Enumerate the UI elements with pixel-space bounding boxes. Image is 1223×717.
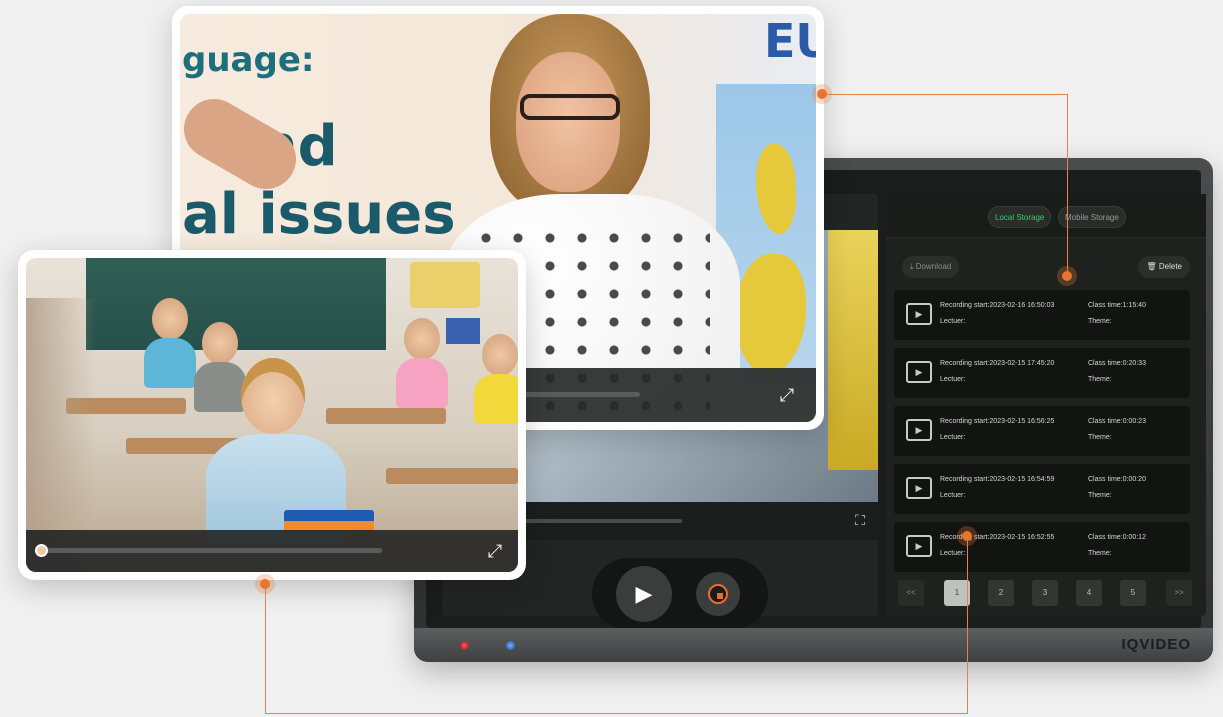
recordings-panel: Local Storage Mobile Storage ⤓ Download … xyxy=(886,194,1206,616)
film-icon: ▶ xyxy=(906,535,932,557)
progress-track[interactable] xyxy=(42,548,382,553)
expand-icon[interactable]: ⤢ xyxy=(774,382,800,408)
film-icon: ▶ xyxy=(906,419,932,441)
pagination: << 1 2 3 4 5 >> xyxy=(898,580,1194,608)
tab-local-storage[interactable]: Local Storage xyxy=(988,206,1052,228)
page-4[interactable]: 4 xyxy=(1076,580,1102,606)
callout-line xyxy=(822,94,1068,95)
progress-track[interactable] xyxy=(520,392,640,397)
student xyxy=(144,298,196,388)
brand-logo: IQVIDEO xyxy=(1121,636,1191,653)
monitor-bezel: IQVIDEO xyxy=(414,628,1213,662)
recording-start: Recording start:2023-02-15 16:56:25 xyxy=(940,418,1055,425)
books xyxy=(284,510,374,532)
theme: Theme: xyxy=(1088,550,1112,557)
film-icon: ▶ xyxy=(906,361,932,383)
callout-dot xyxy=(255,574,275,594)
theme: Theme: xyxy=(1088,318,1112,325)
storage-tabs: Local Storage Mobile Storage xyxy=(886,194,1206,238)
film-icon: ▶ xyxy=(906,477,932,499)
page-5[interactable]: 5 xyxy=(1120,580,1146,606)
class-time: Class time:0:00:20 xyxy=(1088,476,1146,483)
page-3[interactable]: 3 xyxy=(1032,580,1058,606)
lecturer: Lectuer: xyxy=(940,376,966,383)
video-control-bar: ⤢ xyxy=(26,530,518,572)
recording-row[interactable]: ▶ Recording start:2023-02-15 16:54:59 Cl… xyxy=(894,464,1190,514)
callout-dot xyxy=(812,84,832,104)
tab-mobile-storage[interactable]: Mobile Storage xyxy=(1058,206,1126,228)
callout-dot xyxy=(1057,266,1077,286)
wall-text: guage: xyxy=(182,40,315,80)
callout-line xyxy=(967,536,968,714)
progress-knob[interactable] xyxy=(35,544,48,557)
recording-start: Recording start:2023-02-15 17:45:20 xyxy=(940,360,1055,367)
class-time: Class time:0:00:12 xyxy=(1088,534,1146,541)
lecturer: Lectuer: xyxy=(940,550,966,557)
lecturer: Lectuer: xyxy=(940,492,966,499)
recording-start: Recording start:2023-02-16 16:50:03 xyxy=(940,302,1055,309)
student xyxy=(396,318,448,408)
callout-line xyxy=(265,584,266,714)
recording-row[interactable]: ▶ Recording start:2023-02-16 16:50:03 Cl… xyxy=(894,290,1190,340)
recordings-list: ▶ Recording start:2023-02-16 16:50:03 Cl… xyxy=(894,290,1190,580)
play-icon: ▶ xyxy=(635,581,653,606)
callout-dot xyxy=(957,526,977,546)
recording-row[interactable]: ▶ Recording start:2023-02-15 16:52:55 Cl… xyxy=(894,522,1190,572)
prev-page-button[interactable]: << xyxy=(898,580,924,606)
play-button[interactable]: ▶ xyxy=(616,566,672,622)
recording-row[interactable]: ▶ Recording start:2023-02-15 17:45:20 Cl… xyxy=(894,348,1190,398)
recording-start: Recording start:2023-02-15 16:54:59 xyxy=(940,476,1055,483)
theme: Theme: xyxy=(1088,376,1112,383)
stop-record-icon xyxy=(708,584,728,604)
lecturer: Lectuer: xyxy=(940,318,966,325)
expand-icon[interactable]: ⛶ xyxy=(850,510,870,530)
wall-text: al issues xyxy=(182,182,456,247)
theme: Theme: xyxy=(1088,434,1112,441)
callout-line xyxy=(1067,94,1068,276)
class-time: Class time:1:15:40 xyxy=(1088,302,1146,309)
stop-record-button[interactable] xyxy=(696,572,740,616)
delete-button[interactable]: 🗑 Delete xyxy=(1138,256,1190,278)
recording-row[interactable]: ▶ Recording start:2023-02-15 16:56:25 Cl… xyxy=(894,406,1190,456)
map-graphic xyxy=(828,230,878,470)
expand-icon[interactable]: ⤢ xyxy=(482,538,508,564)
next-page-button[interactable]: >> xyxy=(1166,580,1192,606)
student xyxy=(474,334,518,424)
status-led xyxy=(506,641,515,650)
page-2[interactable]: 2 xyxy=(988,580,1014,606)
film-icon: ▶ xyxy=(906,303,932,325)
lecturer: Lectuer: xyxy=(940,434,966,441)
class-time: Class time:0:20:33 xyxy=(1088,360,1146,367)
classroom-video[interactable]: ⤢ xyxy=(26,258,518,572)
classroom-video-card: ⤢ xyxy=(18,250,526,580)
theme: Theme: xyxy=(1088,492,1112,499)
callout-line xyxy=(265,713,968,714)
power-led xyxy=(460,641,469,650)
class-time: Class time:0:00:23 xyxy=(1088,418,1146,425)
wall-poster xyxy=(446,318,480,344)
download-button[interactable]: ⤓ Download xyxy=(902,256,960,278)
wall-poster xyxy=(410,262,480,308)
wall-text: EU xyxy=(764,14,816,68)
playback-controls: ▶ xyxy=(592,558,768,630)
